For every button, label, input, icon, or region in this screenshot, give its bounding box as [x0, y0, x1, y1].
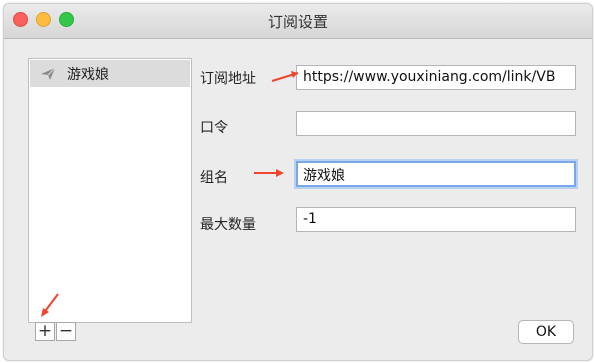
- title-bar: 订阅设置: [4, 4, 592, 39]
- annotation-arrow-add: [41, 293, 59, 317]
- add-button[interactable]: +: [35, 322, 55, 341]
- remove-button[interactable]: −: [56, 322, 76, 341]
- max-count-field[interactable]: -1: [296, 207, 576, 232]
- group-label: 组名: [200, 170, 228, 186]
- url-label: 订阅地址: [200, 71, 256, 87]
- ok-button[interactable]: OK: [518, 320, 574, 344]
- annotation-arrow-url: [271, 71, 299, 82]
- password-label: 口令: [200, 120, 228, 136]
- list-item-label: 游戏娘: [67, 67, 109, 83]
- window-title: 订阅设置: [267, 13, 328, 31]
- max-count-label: 最大数量: [200, 217, 256, 233]
- subscription-list[interactable]: 游戏娘: [28, 58, 192, 323]
- list-item[interactable]: 游戏娘: [30, 60, 190, 87]
- password-field[interactable]: [296, 111, 576, 136]
- url-field[interactable]: https://www.youxiniang.com/link/VB: [296, 65, 576, 90]
- group-name-field[interactable]: 游戏娘: [296, 161, 576, 187]
- annotation-arrow-group: [254, 169, 284, 177]
- paper-plane-icon: [41, 67, 56, 80]
